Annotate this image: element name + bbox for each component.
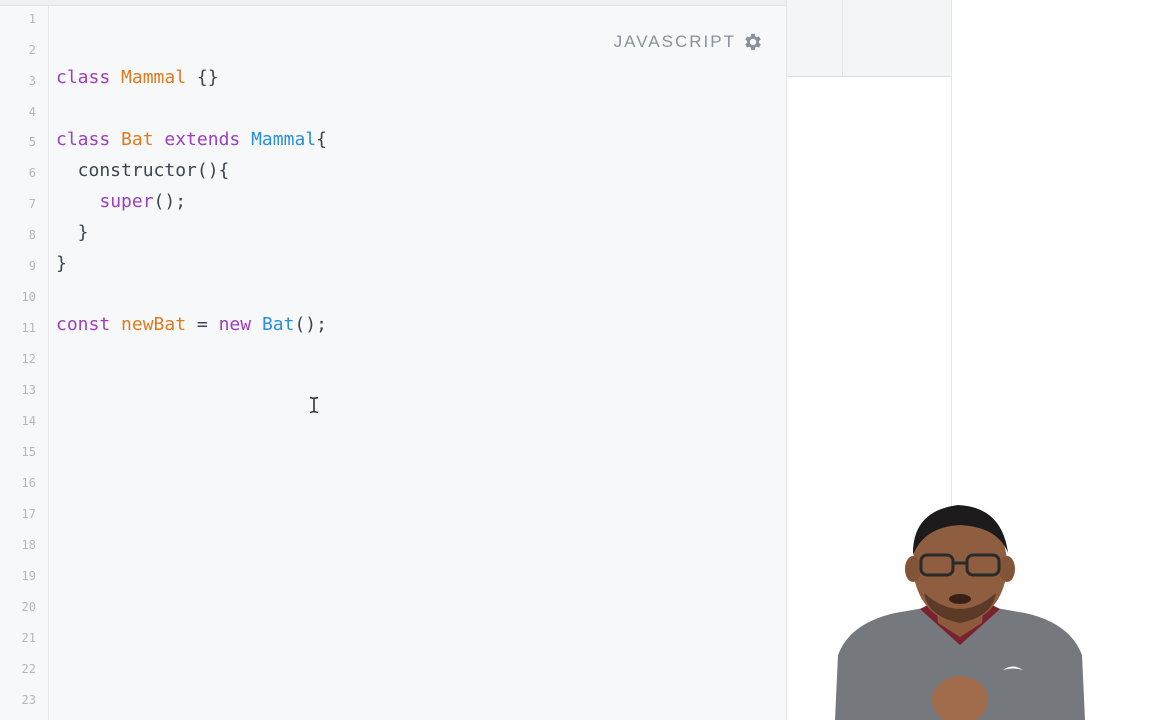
presenter-video [820,495,1100,720]
keyword-token: class [56,129,122,150]
line-number: 2 [28,43,36,57]
line-number: 20 [21,600,36,614]
class-name-token: Bat [121,129,154,150]
line-number: 10 [21,290,36,304]
preview-pane-header [787,0,951,77]
code-line-11[interactable]: const newBat = new Bat(); [56,313,327,337]
punctuation-token: (); [153,191,187,212]
line-number: 3 [28,74,36,88]
keyword-token: extends [153,129,252,150]
keyword-token: const [56,314,122,335]
line-number: 16 [21,476,36,490]
code-text: } [56,253,67,274]
line-number-gutter: 1 2 3 4 5 6 7 8 9 10 11 12 13 14 15 16 1… [0,6,49,720]
code-line-7[interactable]: super(); [56,190,186,214]
gear-icon[interactable] [742,31,764,53]
line-number: 11 [21,321,36,335]
operator-token: = [186,314,219,335]
class-name-token: Mammal [121,67,187,88]
line-number: 7 [28,197,36,211]
punctuation-token: { [316,129,327,150]
line-number: 18 [21,538,36,552]
text-cursor-icon [307,396,321,414]
code-line-6[interactable]: constructor(){ [56,159,230,183]
line-number: 5 [28,135,36,149]
line-number: 17 [21,507,36,521]
variable-token: newBat [121,314,187,335]
line-number: 4 [28,105,36,119]
code-editor[interactable]: 1 2 3 4 5 6 7 8 9 10 11 12 13 14 15 16 1… [0,6,786,720]
code-line-8[interactable]: } [56,221,89,245]
code-text: } [56,222,89,243]
punctuation-token: (); [294,314,327,335]
line-number: 9 [28,259,36,273]
code-text-area[interactable]: class Mammal {} class Bat extends Mammal… [56,6,786,720]
line-number: 23 [21,693,36,707]
line-number: 15 [21,445,36,459]
punctuation-token: {} [186,67,219,88]
line-number: 19 [21,569,36,583]
line-number: 14 [21,414,36,428]
keyword-token: super [99,191,154,212]
line-number: 6 [28,166,36,180]
line-number: 12 [21,352,36,366]
parent-class-token: Mammal [251,129,317,150]
keyword-token: new [218,314,262,335]
line-number: 22 [21,662,36,676]
screen: 1 2 3 4 5 6 7 8 9 10 11 12 13 14 15 16 1… [0,0,1152,720]
keyword-token: class [56,67,122,88]
line-number: 21 [21,631,36,645]
header-divider [842,0,843,76]
code-line-3[interactable]: class Mammal {} [56,66,219,90]
code-text: constructor(){ [56,160,230,181]
line-number: 1 [28,12,36,26]
code-line-5[interactable]: class Bat extends Mammal{ [56,128,327,152]
class-name-token: Bat [261,314,295,335]
code-line-9[interactable]: } [56,252,67,276]
language-label[interactable]: JAVASCRIPT [614,30,736,54]
line-number: 13 [21,383,36,397]
line-number: 8 [28,228,36,242]
